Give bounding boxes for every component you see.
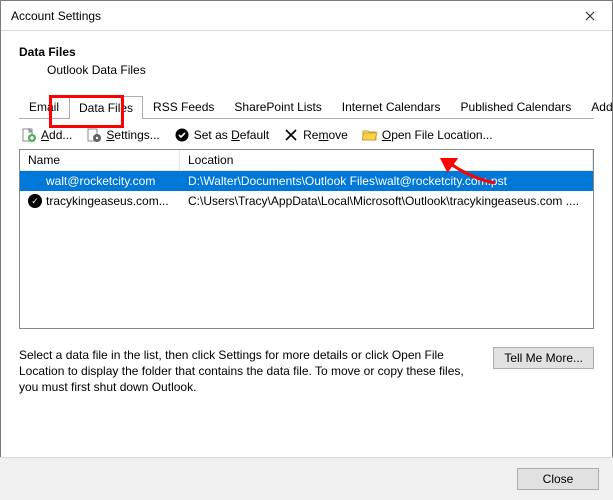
tab-data-files[interactable]: Data Files — [69, 96, 143, 119]
row-location: C:\Users\Tracy\AppData\Local\Microsoft\O… — [180, 193, 593, 209]
tell-me-more-button[interactable]: Tell Me More... — [493, 347, 594, 369]
help-area: Select a data file in the list, then cli… — [19, 347, 594, 396]
header-area: Data Files Outlook Data Files — [1, 31, 612, 77]
data-files-list: Name Location walt@rocketcity.com D:\Wal… — [19, 149, 594, 329]
row-name: walt@rocketcity.com — [46, 174, 155, 188]
tab-email[interactable]: Email — [19, 95, 69, 118]
check-circle-icon — [174, 127, 190, 143]
close-button[interactable]: Close — [517, 468, 599, 490]
titlebar: Account Settings — [1, 1, 612, 31]
default-indicator-icon: ✓ — [28, 194, 42, 208]
tab-published-calendars[interactable]: Published Calendars — [451, 95, 582, 118]
settings-file-icon — [86, 127, 102, 143]
settings-button[interactable]: Settings... — [86, 127, 159, 143]
set-default-button[interactable]: Set as Default — [174, 127, 269, 143]
tab-internet-calendars[interactable]: Internet Calendars — [332, 95, 451, 118]
table-row[interactable]: walt@rocketcity.com D:\Walter\Documents\… — [20, 171, 593, 191]
open-file-location-button[interactable]: Open File Location... — [362, 127, 493, 143]
row-location: D:\Walter\Documents\Outlook Files\walt@r… — [180, 173, 593, 189]
tab-rss-feeds[interactable]: RSS Feeds — [143, 95, 224, 118]
tab-sharepoint-lists[interactable]: SharePoint Lists — [224, 95, 331, 118]
window-title: Account Settings — [11, 9, 101, 23]
close-icon — [585, 11, 595, 21]
table-row[interactable]: ✓ tracykingeaseus.com... C:\Users\Tracy\… — [20, 191, 593, 211]
close-window-button[interactable] — [567, 1, 612, 31]
column-header-name[interactable]: Name — [20, 150, 180, 170]
remove-button[interactable]: Remove — [283, 127, 348, 143]
help-text: Select a data file in the list, then cli… — [19, 347, 481, 396]
page-title: Data Files — [19, 45, 594, 59]
remove-icon — [283, 127, 299, 143]
page-subtitle: Outlook Data Files — [47, 63, 594, 77]
folder-open-icon — [362, 127, 378, 143]
dialog-footer: Close — [0, 457, 613, 500]
list-header: Name Location — [20, 150, 593, 171]
tab-address-books[interactable]: Address Books — [581, 95, 613, 118]
add-button[interactable]: Add... — [21, 127, 72, 143]
toolbar: Add... Settings... Set as Default Remove… — [1, 119, 612, 149]
tab-strip: Email Data Files RSS Feeds SharePoint Li… — [19, 95, 594, 119]
add-file-icon — [21, 127, 37, 143]
row-name: tracykingeaseus.com... — [46, 194, 169, 208]
column-header-location[interactable]: Location — [180, 150, 593, 170]
